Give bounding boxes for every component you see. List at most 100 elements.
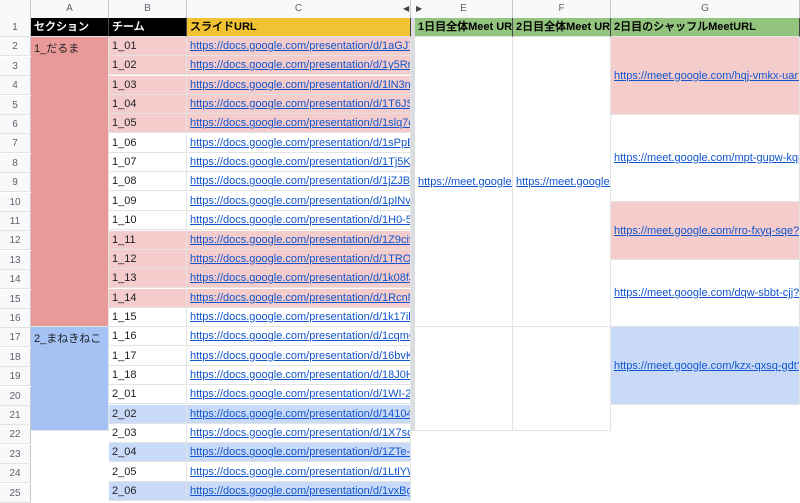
day2-meet-cell-2[interactable] xyxy=(513,327,611,431)
day1-meet-cell-2[interactable] xyxy=(415,327,513,431)
slide-url-link[interactable]: https://docs.google.com/presentation/d/1… xyxy=(187,462,411,482)
row-number[interactable]: 8 xyxy=(0,153,31,173)
day2-meet-cell[interactable]: https://meet.google.com xyxy=(513,37,611,327)
section-cell[interactable]: 2_まねきねこ xyxy=(31,327,109,431)
slide-url-link[interactable]: https://docs.google.com/presentation/d/1… xyxy=(187,365,411,385)
day1-meet-link[interactable]: https://meet.google.com xyxy=(418,176,512,188)
row-number[interactable]: 15 xyxy=(0,289,31,309)
row-number[interactable]: 3 xyxy=(0,56,31,76)
slide-url-link[interactable]: https://docs.google.com/presentation/d/1… xyxy=(187,443,411,463)
team-cell[interactable]: 1_03 xyxy=(109,75,187,95)
team-cell[interactable]: 1_15 xyxy=(109,307,187,327)
header-team[interactable]: チーム xyxy=(109,18,187,37)
column-header-a[interactable]: A xyxy=(31,0,109,18)
day2-meet-link[interactable]: https://meet.google.com xyxy=(516,176,610,188)
team-cell[interactable]: 1_12 xyxy=(109,249,187,269)
slide-url-link[interactable]: https://docs.google.com/presentation/d/1… xyxy=(187,191,411,211)
slide-url-link[interactable]: https://docs.google.com/presentation/d/1… xyxy=(187,424,411,443)
header-day2-meet[interactable]: 2日目全体Meet URL xyxy=(513,18,611,37)
team-cell[interactable]: 1_08 xyxy=(109,172,187,192)
shuffle-cell[interactable]: https://meet.google.com/dqw-sbbt-cjj?aut… xyxy=(611,260,800,327)
team-cell[interactable]: 1_17 xyxy=(109,346,187,366)
shuffle-link[interactable]: https://meet.google.com/kzx-qxsq-gdt?aut… xyxy=(614,360,799,372)
row-number[interactable]: 19 xyxy=(0,367,31,387)
collapsed-column-left-arrow-icon[interactable]: ◀ xyxy=(403,4,409,13)
row-number[interactable]: 6 xyxy=(0,115,31,134)
team-cell[interactable]: 1_02 xyxy=(109,56,187,76)
slide-url-link[interactable]: https://docs.google.com/presentation/d/1… xyxy=(187,385,411,405)
shuffle-link[interactable]: https://meet.google.com/rro-fxyq-sqe?aut… xyxy=(614,225,799,237)
row-number[interactable]: 2 xyxy=(0,37,31,57)
team-cell[interactable]: 1_16 xyxy=(109,327,187,347)
slide-url-link[interactable]: https://docs.google.com/presentation/d/1… xyxy=(187,75,411,95)
slide-url-link[interactable]: https://docs.google.com/presentation/d/1… xyxy=(187,153,411,173)
header-day1-meet[interactable]: 1日目全体Meet URL xyxy=(415,18,513,37)
slide-url-link[interactable]: https://docs.google.com/presentation/d/1… xyxy=(187,307,411,327)
column-header-c[interactable]: C xyxy=(187,0,411,18)
slide-url-link[interactable]: https://docs.google.com/presentation/d/1… xyxy=(187,172,411,192)
team-cell[interactable]: 1_04 xyxy=(109,95,187,115)
row-number[interactable]: 1 xyxy=(0,18,31,37)
team-cell[interactable]: 1_10 xyxy=(109,211,187,231)
slide-url-link[interactable]: https://docs.google.com/presentation/d/1… xyxy=(187,95,411,115)
day1-meet-cell[interactable]: https://meet.google.com xyxy=(415,37,513,327)
team-cell[interactable]: 1_13 xyxy=(109,269,187,289)
slide-url-link[interactable]: https://docs.google.com/presentation/d/1… xyxy=(187,56,411,76)
slide-url-link[interactable]: https://docs.google.com/presentation/d/1… xyxy=(187,114,411,134)
team-cell[interactable]: 2_01 xyxy=(109,385,187,405)
slide-url-link[interactable]: https://docs.google.com/presentation/d/1… xyxy=(187,482,411,502)
shuffle-cell[interactable]: https://meet.google.com/rro-fxyq-sqe?aut… xyxy=(611,202,800,260)
row-number[interactable]: 12 xyxy=(0,231,31,251)
header-slide-url[interactable]: スライドURL xyxy=(187,18,411,37)
team-cell[interactable]: 1_05 xyxy=(109,114,187,134)
row-number[interactable]: 18 xyxy=(0,347,31,367)
team-cell[interactable]: 1_09 xyxy=(109,191,187,211)
shuffle-link[interactable]: https://meet.google.com/hqj-vmkx-uar?aut… xyxy=(614,70,799,82)
shuffle-link[interactable]: https://meet.google.com/mpt-gupw-kqn?aut… xyxy=(614,152,799,164)
row-number[interactable]: 4 xyxy=(0,76,31,96)
team-cell[interactable]: 2_02 xyxy=(109,404,187,424)
slide-url-link[interactable]: https://docs.google.com/presentation/d/1… xyxy=(187,211,411,231)
slide-url-link[interactable]: https://docs.google.com/presentation/d/1… xyxy=(187,404,411,424)
row-number[interactable]: 11 xyxy=(0,212,31,231)
slide-url-link[interactable]: https://docs.google.com/presentation/d/1… xyxy=(187,269,411,289)
header-day2-shuffle[interactable]: 2日目のシャッフルMeetURL xyxy=(611,18,800,37)
slide-url-link[interactable]: https://docs.google.com/presentation/d/1… xyxy=(187,327,411,347)
row-number[interactable]: 13 xyxy=(0,250,31,270)
slide-url-link[interactable]: https://docs.google.com/presentation/d/1… xyxy=(187,288,411,308)
header-section[interactable]: セクション xyxy=(31,18,109,37)
team-cell[interactable]: 1_14 xyxy=(109,288,187,308)
slide-url-link[interactable]: https://docs.google.com/presentation/d/1… xyxy=(187,230,411,250)
shuffle-link[interactable]: https://meet.google.com/dqw-sbbt-cjj?aut… xyxy=(614,287,799,299)
team-cell[interactable]: 1_11 xyxy=(109,230,187,250)
team-cell[interactable]: 1_18 xyxy=(109,365,187,385)
row-number[interactable]: 7 xyxy=(0,134,31,154)
row-number[interactable]: 24 xyxy=(0,464,31,484)
row-number[interactable]: 16 xyxy=(0,309,31,328)
shuffle-cell[interactable]: https://meet.google.com/mpt-gupw-kqn?aut… xyxy=(611,115,800,202)
row-number[interactable]: 25 xyxy=(0,483,31,503)
team-cell[interactable]: 1_06 xyxy=(109,133,187,153)
slide-url-link[interactable]: https://docs.google.com/presentation/d/1… xyxy=(187,249,411,269)
row-number[interactable]: 20 xyxy=(0,386,31,406)
row-number[interactable]: 10 xyxy=(0,192,31,212)
row-number[interactable]: 14 xyxy=(0,270,31,290)
slide-url-link[interactable]: https://docs.google.com/presentation/d/1… xyxy=(187,133,411,153)
section-cell[interactable]: 1_だるま xyxy=(31,37,109,327)
row-number[interactable]: 9 xyxy=(0,173,31,193)
row-number[interactable]: 5 xyxy=(0,95,31,115)
shuffle-cell[interactable]: https://meet.google.com/hqj-vmkx-uar?aut… xyxy=(611,37,800,115)
column-header-b[interactable]: B xyxy=(109,0,187,18)
team-cell[interactable]: 1_07 xyxy=(109,153,187,173)
row-number[interactable]: 21 xyxy=(0,406,31,425)
column-header-f[interactable]: F xyxy=(513,0,611,18)
team-cell[interactable]: 2_06 xyxy=(109,482,187,502)
slide-url-link[interactable]: https://docs.google.com/presentation/d/1… xyxy=(187,37,411,56)
column-header-g[interactable]: G xyxy=(611,0,800,18)
team-cell[interactable]: 2_05 xyxy=(109,462,187,482)
row-number[interactable]: 23 xyxy=(0,444,31,464)
team-cell[interactable]: 2_04 xyxy=(109,443,187,463)
shuffle-cell[interactable]: https://meet.google.com/kzx-qxsq-gdt?aut… xyxy=(611,327,800,405)
row-number[interactable]: 22 xyxy=(0,425,31,445)
select-all-corner[interactable] xyxy=(0,0,31,18)
